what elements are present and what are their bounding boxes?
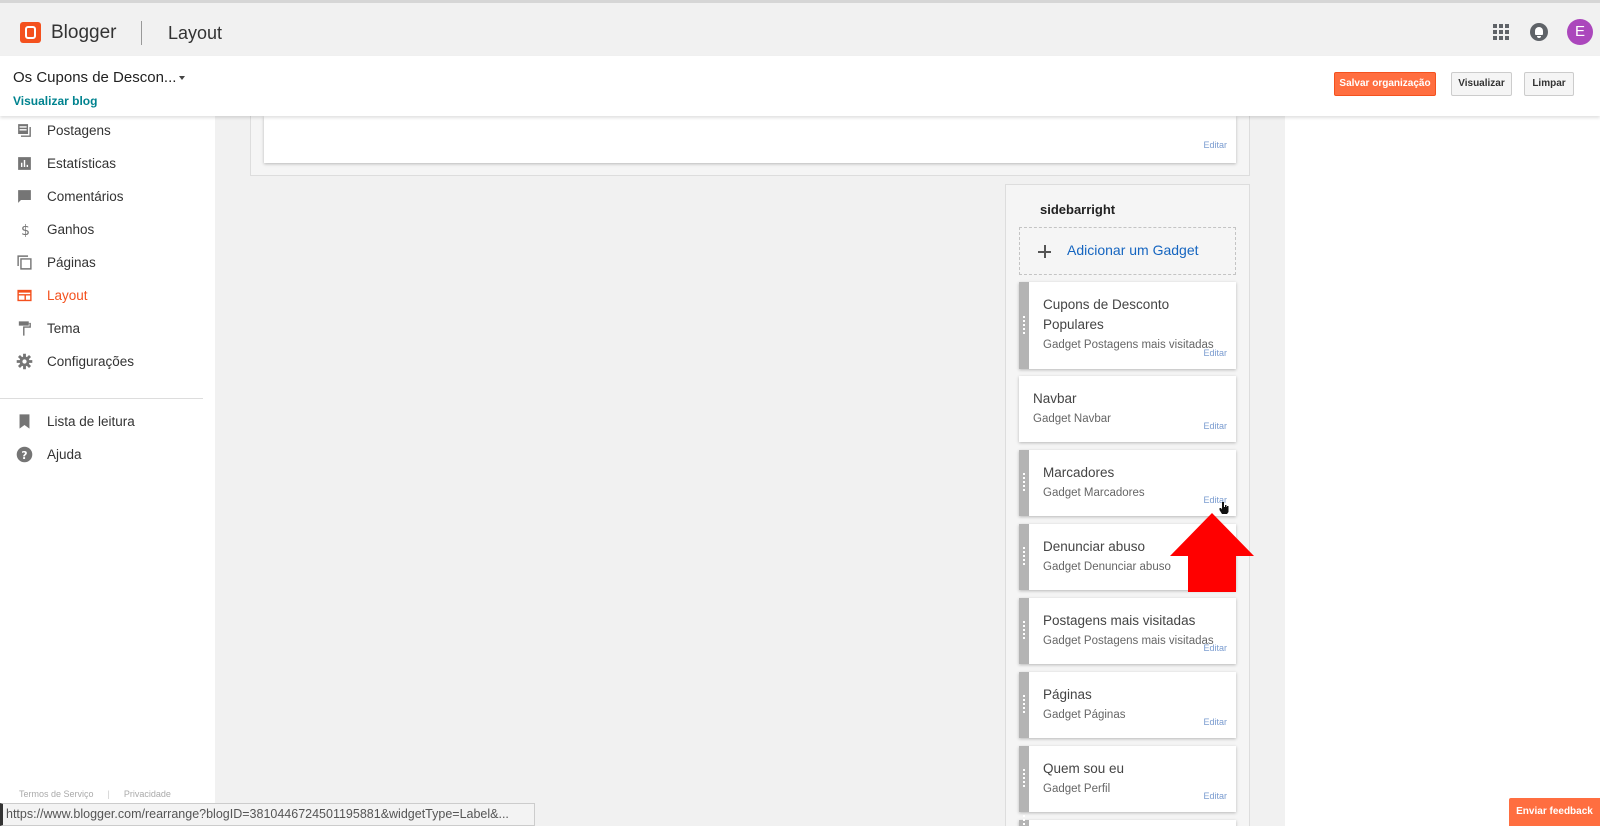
main-widget[interactable]: Editar (264, 116, 1236, 163)
sidebar-item-label: Estatísticas (47, 156, 117, 171)
gadget-subtitle: Gadget Perfil (1043, 783, 1111, 795)
comments-icon (18, 190, 31, 203)
posts-icon (18, 124, 31, 137)
sidebar-item-pages[interactable]: Páginas (0, 248, 215, 278)
bookmark-icon (19, 414, 30, 429)
paint-roller-icon (18, 321, 31, 336)
gadget-title: Postagens mais visitadas (1043, 613, 1196, 628)
gadget-title: Quem sou eu (1043, 761, 1125, 776)
pages-icon (17, 255, 32, 270)
save-arrangement-button[interactable]: Salvar organização (1334, 72, 1436, 96)
blog-toolbar: Os Cupons de Descon... Visualizar blog S… (0, 56, 1600, 116)
gadget-next-partial[interactable] (1019, 815, 1236, 826)
hand-cursor-icon (1219, 502, 1229, 514)
gadget-navbar[interactable]: Navbar Gadget Navbar Editar (1019, 376, 1236, 442)
help-icon: ? (16, 446, 33, 463)
gadget-popular-coupons[interactable]: Cupons de Desconto Populares Gadget Post… (1019, 282, 1236, 369)
clear-button[interactable]: Limpar (1524, 72, 1574, 96)
drag-handle-icon[interactable] (1019, 282, 1029, 369)
gadget-title: Cupons de Desconto Populares (1043, 297, 1170, 332)
red-arrow-icon (1170, 513, 1254, 592)
gadget-title: Navbar (1033, 391, 1077, 406)
apps-icon[interactable] (1493, 24, 1509, 40)
add-gadget-label: Adicionar um Gadget (1067, 242, 1199, 258)
header-divider (141, 21, 142, 45)
sidebar-item-earnings[interactable]: $ Ganhos (0, 215, 215, 245)
sidebar-item-theme[interactable]: Tema (0, 314, 215, 344)
gadget-labels[interactable]: Marcadores Gadget Marcadores Editar (1019, 450, 1236, 516)
drag-handle-icon[interactable] (1019, 450, 1029, 516)
edit-link[interactable]: Editar (1203, 791, 1227, 801)
edit-link[interactable]: Editar (1203, 421, 1227, 431)
svg-text:$: $ (21, 223, 30, 238)
sidebar-item-label: Postagens (47, 123, 111, 138)
gadget-profile[interactable]: Quem sou eu Gadget Perfil Editar (1019, 746, 1236, 812)
sidebar-item-label: Tema (47, 321, 81, 336)
section-title: sidebarright (1040, 202, 1116, 217)
gadget-subtitle: Gadget Páginas (1043, 709, 1126, 721)
drag-handle-icon[interactable] (1019, 524, 1029, 590)
gadget-subtitle: Gadget Postagens mais visitadas (1043, 635, 1214, 647)
top-bar: Blogger Layout E (0, 0, 1600, 56)
edit-link[interactable]: Editar (1203, 717, 1227, 727)
gadget-popular-posts[interactable]: Postagens mais visitadas Gadget Postagen… (1019, 598, 1236, 664)
sidebar-item-label: Ajuda (47, 447, 82, 462)
add-gadget-button[interactable]: Adicionar um Gadget (1019, 227, 1236, 275)
gadget-subtitle: Gadget Postagens mais visitadas (1043, 339, 1214, 351)
brand-name[interactable]: Blogger (51, 22, 117, 44)
sidebar-item-label: Lista de leitura (47, 414, 135, 429)
sidebar-item-posts[interactable]: Postagens (0, 116, 215, 146)
browser-status-bar: https://www.blogger.com/rearrange?blogID… (0, 803, 535, 826)
right-pane (1285, 116, 1600, 826)
view-blog-link[interactable]: Visualizar blog (13, 94, 97, 108)
preview-button[interactable]: Visualizar (1451, 72, 1512, 96)
terms-link[interactable]: Termos de Serviço (19, 789, 94, 799)
sidebar-item-label: Layout (47, 288, 88, 303)
sidebar-item-layout[interactable]: Layout (0, 281, 215, 311)
gadget-title: Marcadores (1043, 465, 1115, 480)
sidebar-item-label: Comentários (47, 189, 124, 204)
sidebar-item-reading-list[interactable]: Lista de leitura (0, 407, 215, 437)
plus-icon (1038, 245, 1051, 258)
sidebar-item-label: Configurações (47, 354, 135, 369)
sidebar-item-label: Ganhos (47, 222, 95, 237)
sidebar-item-label: Páginas (47, 255, 96, 270)
sidebar-item-stats[interactable]: Estatísticas (0, 149, 215, 179)
gadget-subtitle: Gadget Navbar (1033, 413, 1111, 425)
avatar[interactable]: E (1567, 19, 1593, 45)
edit-link[interactable]: Editar (1203, 140, 1227, 150)
sidebar-item-settings[interactable]: Configurações (0, 347, 215, 377)
gear-icon (16, 353, 33, 370)
drag-handle-icon[interactable] (1019, 815, 1029, 826)
gadget-title: Páginas (1043, 687, 1092, 702)
sidebar-item-comments[interactable]: Comentários (0, 182, 215, 212)
drag-handle-icon[interactable] (1019, 746, 1029, 812)
gadget-pages[interactable]: Páginas Gadget Páginas Editar (1019, 672, 1236, 738)
blogger-logo-icon[interactable] (20, 22, 41, 43)
blog-selector[interactable]: Os Cupons de Descon... (13, 69, 176, 86)
dollar-icon: $ (21, 223, 30, 238)
edit-link[interactable]: Editar (1203, 348, 1227, 358)
left-sidebar: Postagens Estatísticas Comentários $ Gan… (0, 116, 215, 826)
sidebar-item-help[interactable]: ? Ajuda (0, 440, 215, 470)
drag-handle-icon[interactable] (1019, 598, 1029, 664)
sidebar-divider (0, 398, 203, 399)
layout-icon (17, 289, 32, 302)
sidebar-footer: Termos de Serviço | Privacidade (19, 789, 171, 799)
edit-link[interactable]: Editar (1203, 643, 1227, 653)
drag-handle-icon[interactable] (1019, 672, 1029, 738)
gadget-subtitle: Gadget Marcadores (1043, 487, 1145, 499)
privacy-link[interactable]: Privacidade (124, 789, 171, 799)
gadget-subtitle: Gadget Denunciar abuso (1043, 561, 1171, 573)
notifications-icon[interactable] (1530, 23, 1548, 41)
chevron-down-icon[interactable] (179, 76, 185, 80)
svg-text:?: ? (21, 449, 27, 462)
send-feedback-button[interactable]: Enviar feedback (1509, 798, 1600, 826)
stats-icon (18, 157, 31, 170)
page-title: Layout (168, 23, 223, 43)
